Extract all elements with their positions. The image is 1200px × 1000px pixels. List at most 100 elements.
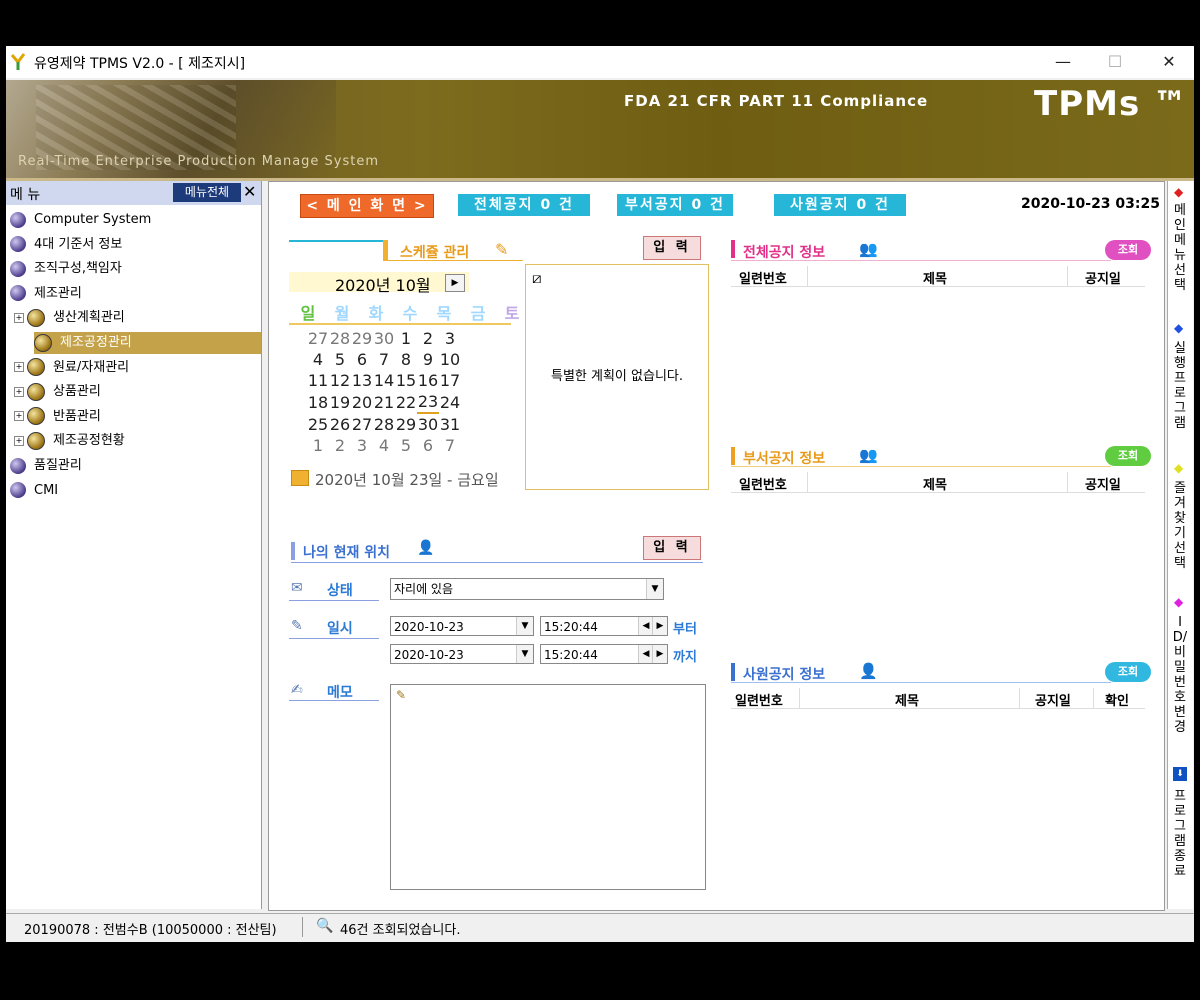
sidebar-item[interactable]: 4대 기준서 정보 (10, 234, 122, 256)
calendar-day[interactable]: 6 (417, 435, 439, 456)
calendar-day[interactable]: 24 (439, 391, 461, 413)
calendar-day[interactable]: 1 (307, 435, 329, 456)
spin-right-icon[interactable]: ▶ (652, 645, 667, 663)
running-program-link[interactable]: 실행프로그램 (1172, 341, 1188, 431)
calendar-day[interactable]: 10 (439, 349, 461, 370)
calendar-day[interactable]: 27 (351, 413, 373, 435)
location-input-button[interactable]: 입 력 (643, 536, 701, 560)
main-screen-button[interactable]: < 메 인 화 면 > (300, 194, 434, 218)
main-menu-select-link[interactable]: 메인메뉴선택 (1172, 203, 1188, 293)
close-button[interactable]: ✕ (1146, 46, 1192, 78)
sidebar-item[interactable]: + 생산계획관리 (14, 307, 125, 329)
calendar-day[interactable]: 1 (395, 328, 417, 349)
calendar-day[interactable]: 12 (329, 370, 351, 391)
calendar-day[interactable]: 18 (307, 391, 329, 413)
change-password-link[interactable]: ID/비밀번호 변경 (1172, 615, 1188, 735)
spin-right-icon[interactable]: ▶ (652, 617, 667, 635)
expand-icon[interactable]: + (14, 362, 24, 373)
calendar-day[interactable]: 11 (307, 370, 329, 391)
status-select[interactable]: 자리에 있음 ▼ (390, 578, 664, 600)
col-divider (799, 688, 800, 708)
calendar-day[interactable]: 26 (329, 413, 351, 435)
calendar-day[interactable]: 3 (351, 435, 373, 456)
chevron-down-icon[interactable]: ▼ (516, 617, 533, 635)
sidebar-item[interactable]: + 상품관리 (14, 381, 101, 403)
sidebar-item[interactable]: + 원료/자재관리 (14, 357, 129, 379)
calendar-day[interactable]: 9 (417, 349, 439, 370)
calendar-day[interactable]: 7 (439, 435, 461, 456)
calendar-day[interactable]: 5 (395, 435, 417, 456)
sidebar-item[interactable]: + 반품관리 (14, 406, 101, 428)
chevron-down-icon[interactable]: ▼ (646, 579, 663, 599)
staff-notice-button[interactable]: 사원공지 0 건 (774, 194, 906, 216)
calendar-day[interactable]: 30 (417, 413, 439, 435)
dept-notice-button[interactable]: 부서공지 0 건 (617, 194, 733, 216)
to-time-field[interactable]: 15:20:44 ◀ ▶ (540, 644, 668, 664)
favorites-link[interactable]: 즐겨찾기선택 (1172, 481, 1188, 571)
calendar-day[interactable]: 29 (351, 328, 373, 349)
staff-notice-more-button[interactable]: 조회 (1105, 662, 1151, 682)
expand-icon[interactable]: + (14, 411, 24, 422)
from-date-field[interactable]: 2020-10-23 ▼ (390, 616, 534, 636)
calendar-day[interactable]: 5 (329, 349, 351, 370)
calendar-day[interactable]: 8 (395, 349, 417, 370)
datetime-underline (289, 638, 379, 639)
minimize-button[interactable]: — (1040, 46, 1086, 78)
calendar-day[interactable]: 21 (373, 391, 395, 413)
calendar-day[interactable]: 2 (417, 328, 439, 349)
all-notice-more-button[interactable]: 조회 (1105, 240, 1151, 260)
sidebar-item[interactable]: + 제조공정현황 (14, 430, 125, 452)
calendar-day[interactable]: 15 (395, 370, 417, 391)
calendar-day[interactable]: 4 (307, 349, 329, 370)
calendar-day[interactable]: 28 (329, 328, 351, 349)
calendar-day[interactable]: 27 (307, 328, 329, 349)
all-notice-underline (731, 260, 1111, 261)
to-date-field[interactable]: 2020-10-23 ▼ (390, 644, 534, 664)
calendar-day[interactable]: 31 (439, 413, 461, 435)
calendar-day[interactable]: 3 (439, 328, 461, 349)
memo-textarea[interactable]: ✎ (390, 684, 706, 890)
expand-icon[interactable]: + (14, 312, 24, 323)
sidebar-item[interactable]: 제조관리 (10, 283, 82, 305)
spin-left-icon[interactable]: ◀ (638, 617, 653, 635)
sidebar-item[interactable]: CMI (10, 480, 58, 502)
sidebar-item[interactable]: 조직구성,책임자 (10, 258, 122, 280)
all-notice-button[interactable]: 전체공지 0 건 (458, 194, 590, 216)
calendar-day[interactable]: 23 (417, 391, 439, 414)
calendar-day[interactable]: 22 (395, 391, 417, 413)
dept-notice-more-button[interactable]: 조회 (1105, 446, 1151, 466)
sidebar-item[interactable]: 제조공정관리 (34, 332, 261, 354)
calendar-day[interactable]: 6 (351, 349, 373, 370)
chevron-down-icon[interactable]: ▼ (516, 645, 533, 663)
calendar-day[interactable]: 16 (417, 370, 439, 391)
sidebar-close-icon[interactable]: ✕ (243, 182, 256, 201)
today-date-text: 2020년 10월 23일 - 금요일 (315, 471, 499, 489)
calendar-day[interactable]: 20 (351, 391, 373, 413)
expand-icon[interactable]: + (14, 435, 24, 446)
sidebar-item[interactable]: 품질관리 (10, 455, 82, 477)
schedule-title: 스케쥴 관리 (400, 245, 470, 261)
from-time-field[interactable]: 15:20:44 ◀ ▶ (540, 616, 668, 636)
dept-notice-underline (731, 466, 1111, 467)
maximize-button[interactable]: ☐ (1092, 46, 1138, 78)
spin-left-icon[interactable]: ◀ (638, 645, 653, 663)
sidebar-item[interactable]: Computer System (10, 209, 151, 231)
calendar-day[interactable]: 14 (373, 370, 395, 391)
col-divider (807, 266, 808, 286)
calendar-day[interactable]: 29 (395, 413, 417, 435)
calendar-day[interactable]: 19 (329, 391, 351, 413)
calendar-day[interactable]: 2 (329, 435, 351, 456)
calendar-day[interactable]: 28 (373, 413, 395, 435)
status-label: 상태 (327, 583, 353, 599)
schedule-input-button[interactable]: 입 력 (643, 236, 701, 260)
calendar-day[interactable]: 17 (439, 370, 461, 391)
calendar-day[interactable]: 7 (373, 349, 395, 370)
expand-icon[interactable]: + (14, 386, 24, 397)
calendar-day[interactable]: 13 (351, 370, 373, 391)
calendar-day[interactable]: 30 (373, 328, 395, 349)
calendar-day[interactable]: 25 (307, 413, 329, 435)
all-menu-button[interactable]: 메뉴전체 (173, 183, 241, 202)
exit-program-link[interactable]: 프로그램종료 (1172, 789, 1188, 879)
calendar-day[interactable]: 4 (373, 435, 395, 456)
next-month-button[interactable]: ▶ (445, 274, 465, 292)
